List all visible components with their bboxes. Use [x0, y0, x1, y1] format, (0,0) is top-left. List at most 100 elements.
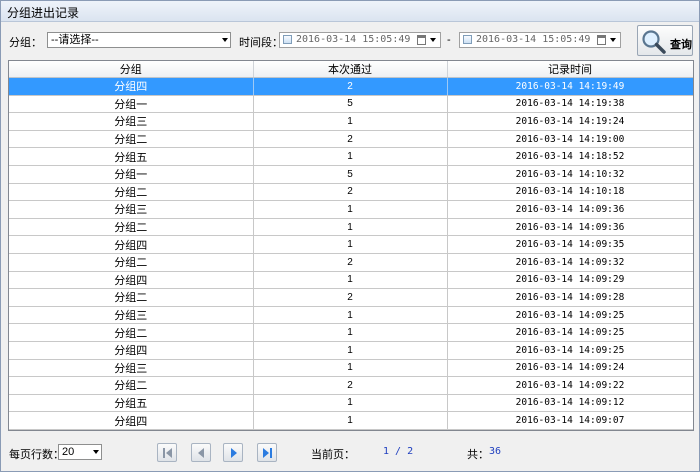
table-row[interactable]: 分组一 5 2016-03-14 14:10:32: [9, 165, 693, 184]
end-time-picker[interactable]: 2016-03-14 15:05:49: [459, 32, 621, 48]
cell-count: 1: [253, 112, 448, 131]
cell-time: 2016-03-14 14:09:28: [447, 288, 693, 307]
column-header-group[interactable]: 分组: [9, 61, 254, 78]
rows-per-page-label: 每页行数：: [9, 449, 64, 461]
range-separator: -: [447, 34, 451, 46]
window: 分组进出记录 分组： --请选择-- 时间段： 2016-03-14 15:05…: [0, 0, 700, 472]
table-row[interactable]: 分组二 2 2016-03-14 14:09:32: [9, 253, 693, 272]
table-row[interactable]: 分组五 1 2016-03-14 14:18:52: [9, 147, 693, 166]
cell-group: 分组四: [9, 77, 254, 96]
last-page-icon: [263, 448, 272, 458]
period-label: 时间段：: [239, 37, 283, 49]
cell-group: 分组三: [9, 200, 254, 219]
table-row[interactable]: 分组四 2 2016-03-14 14:19:49: [9, 77, 693, 96]
start-time-picker[interactable]: 2016-03-14 15:05:49: [279, 32, 441, 48]
next-page-button[interactable]: [223, 443, 243, 462]
cell-time: 2016-03-14 14:09:35: [447, 235, 693, 254]
cell-group: 分组三: [9, 306, 254, 325]
cell-time: 2016-03-14 14:09:32: [447, 253, 693, 272]
total-value: 36: [489, 446, 502, 457]
chevron-down-icon[interactable]: [610, 38, 616, 42]
cell-group: 分组二: [9, 323, 254, 342]
start-time-checkbox[interactable]: [283, 35, 292, 44]
cell-count: 1: [253, 411, 448, 430]
table-row[interactable]: 分组三 1 2016-03-14 14:09:24: [9, 359, 693, 378]
table-row[interactable]: 分组二 1 2016-03-14 14:09:36: [9, 218, 693, 237]
column-header-count[interactable]: 本次通过: [253, 61, 448, 78]
first-page-button[interactable]: [157, 443, 177, 462]
rows-per-page-value: 20: [62, 446, 75, 458]
cell-count: 1: [253, 218, 448, 237]
cell-count: 1: [253, 306, 448, 325]
cell-count: 1: [253, 235, 448, 254]
cell-group: 分组四: [9, 271, 254, 290]
cell-count: 1: [253, 271, 448, 290]
prev-page-icon: [198, 448, 204, 458]
cell-group: 分组二: [9, 218, 254, 237]
group-label: 分组：: [9, 37, 42, 49]
table-row[interactable]: 分组四 1 2016-03-14 14:09:07: [9, 411, 693, 430]
current-page-value: 1 / 2: [383, 446, 414, 457]
group-select[interactable]: --请选择--: [47, 32, 231, 48]
table-row[interactable]: 分组三 1 2016-03-14 14:09:25: [9, 306, 693, 325]
cell-time: 2016-03-14 14:09:24: [447, 359, 693, 378]
table-header: 分组 本次通过 记录时间: [9, 61, 693, 78]
start-time-value: 2016-03-14 15:05:49: [296, 34, 411, 45]
table-row[interactable]: 分组五 1 2016-03-14 14:09:12: [9, 394, 693, 413]
cell-time: 2016-03-14 14:09:22: [447, 376, 693, 395]
cell-time: 2016-03-14 14:19:49: [447, 77, 693, 96]
cell-count: 2: [253, 288, 448, 307]
cell-count: 1: [253, 147, 448, 166]
cell-count: 2: [253, 77, 448, 96]
cell-count: 1: [253, 359, 448, 378]
table-row[interactable]: 分组四 1 2016-03-14 14:09:25: [9, 341, 693, 360]
cell-group: 分组三: [9, 359, 254, 378]
cell-count: 5: [253, 165, 448, 184]
pagination-bar: 每页行数： 20 当前页： 1 / 2 共： 36: [1, 437, 699, 467]
chevron-down-icon[interactable]: [93, 450, 99, 454]
filter-bar: 分组： --请选择-- 时间段： 2016-03-14 15:05:49 - 2…: [1, 22, 699, 58]
chevron-down-icon[interactable]: [430, 38, 436, 42]
records-table: 分组 本次通过 记录时间 分组四 2 2016-03-14 14:19:49 分组一 5…: [8, 60, 694, 431]
table-row[interactable]: 分组三 1 2016-03-14 14:09:36: [9, 200, 693, 219]
column-header-time[interactable]: 记录时间: [447, 61, 693, 78]
cell-group: 分组四: [9, 341, 254, 360]
rows-per-page-select[interactable]: 20: [58, 444, 102, 460]
cell-group: 分组二: [9, 130, 254, 149]
query-button[interactable]: 查询: [637, 25, 693, 56]
cell-group: 分组四: [9, 411, 254, 430]
cell-count: 1: [253, 394, 448, 413]
cell-time: 2016-03-14 14:09:25: [447, 341, 693, 360]
magnifier-icon: [642, 30, 666, 54]
cell-group: 分组二: [9, 376, 254, 395]
table-row[interactable]: 分组二 1 2016-03-14 14:09:25: [9, 323, 693, 342]
cell-count: 2: [253, 183, 448, 202]
table-row[interactable]: 分组二 2 2016-03-14 14:09:22: [9, 376, 693, 395]
cell-time: 2016-03-14 14:09:25: [447, 306, 693, 325]
table-row[interactable]: 分组三 1 2016-03-14 14:19:24: [9, 112, 693, 131]
calendar-icon[interactable]: [597, 35, 606, 45]
cell-time: 2016-03-14 14:10:32: [447, 165, 693, 184]
cell-group: 分组五: [9, 147, 254, 166]
cell-group: 分组二: [9, 183, 254, 202]
prev-page-button[interactable]: [191, 443, 211, 462]
table-row[interactable]: 分组一 5 2016-03-14 14:19:38: [9, 95, 693, 114]
cell-time: 2016-03-14 14:19:00: [447, 130, 693, 149]
cell-count: 2: [253, 130, 448, 149]
end-time-checkbox[interactable]: [463, 35, 472, 44]
table-row[interactable]: 分组二 2 2016-03-14 14:10:18: [9, 183, 693, 202]
cell-time: 2016-03-14 14:09:07: [447, 411, 693, 430]
group-select-value: --请选择--: [51, 34, 99, 46]
calendar-icon[interactable]: [417, 35, 426, 45]
table-row[interactable]: 分组四 1 2016-03-14 14:09:35: [9, 235, 693, 254]
chevron-down-icon[interactable]: [222, 38, 228, 42]
table-row[interactable]: 分组二 2 2016-03-14 14:09:28: [9, 288, 693, 307]
last-page-button[interactable]: [257, 443, 277, 462]
table-row[interactable]: 分组二 2 2016-03-14 14:19:00: [9, 130, 693, 149]
cell-group: 分组五: [9, 394, 254, 413]
table-row[interactable]: 分组四 1 2016-03-14 14:09:29: [9, 271, 693, 290]
cell-time: 2016-03-14 14:19:38: [447, 95, 693, 114]
current-page-label: 当前页：: [311, 449, 355, 461]
title-bar: 分组进出记录: [1, 1, 699, 22]
cell-time: 2016-03-14 14:09:29: [447, 271, 693, 290]
